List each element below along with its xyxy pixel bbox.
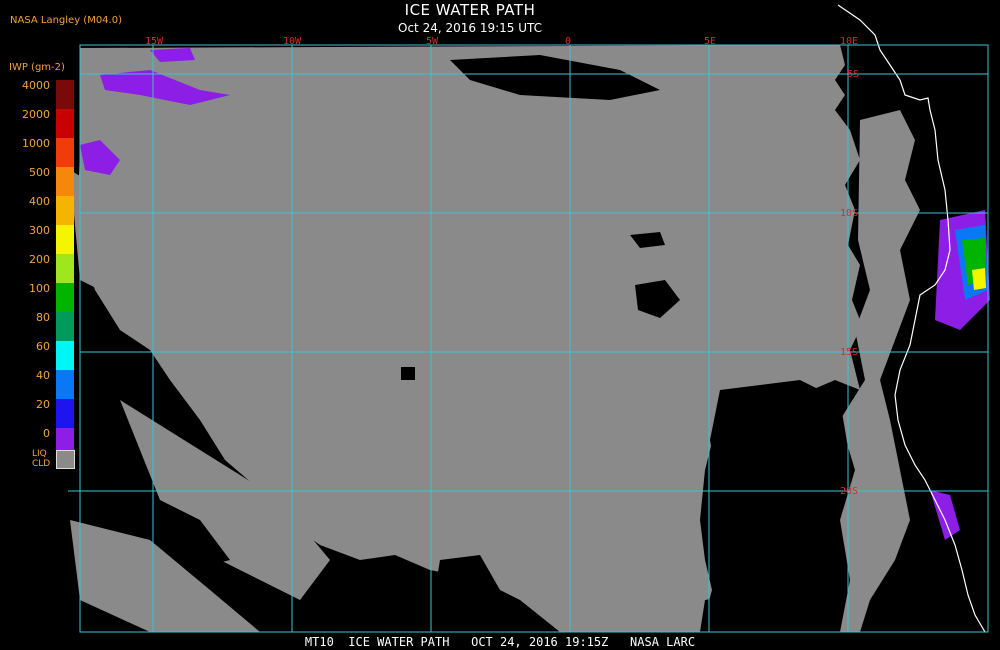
liquid-cloud-swatch [56, 450, 75, 469]
liquid-cloud-label-line2: CLD [32, 459, 51, 469]
lon-label-10w: 10W [283, 36, 302, 47]
colorbar-tick-label: 400 [29, 195, 50, 208]
lon-label-10e: 10E [840, 36, 858, 47]
clear-gap-small [401, 367, 415, 380]
liquid-cloud-label: LIQ CLD [32, 449, 50, 469]
colorbar-tick-label: 0 [43, 427, 50, 440]
colorbar-tick-label: 60 [36, 340, 50, 353]
lat-label-20s: 20S [840, 486, 858, 497]
colorbar-tick-label: 4000 [22, 79, 50, 92]
lon-label-5e: 5E [704, 36, 716, 47]
colorbar-swatch [56, 138, 74, 167]
colorbar-swatch [56, 167, 74, 196]
colorbar-tick-label: 300 [29, 224, 50, 237]
lon-label-15w: 15W [145, 36, 164, 47]
lat-label-15s: 15S [840, 347, 858, 358]
liquid-cloud-label-line1: LIQ [32, 449, 47, 459]
colorbar-tick-label: 100 [29, 282, 50, 295]
colorbar-swatch [56, 341, 74, 370]
colorbar-swatch [56, 254, 74, 283]
colorbar-tick-label: 1000 [22, 137, 50, 150]
colorbar-swatch [56, 312, 74, 341]
lon-label-0: 0 [565, 36, 571, 47]
colorbar-tick-label: 20 [36, 398, 50, 411]
lat-label-10s: 10S [840, 208, 858, 219]
colorbar-tick-label: 2000 [22, 108, 50, 121]
lat-label-5s: 5S [847, 69, 859, 80]
colorbar-swatch [56, 109, 74, 138]
colorbar-tick-label: 500 [29, 166, 50, 179]
colorbar-swatch [56, 225, 74, 254]
map-subtitle: Oct 24, 2016 19:15 UTC [398, 21, 542, 35]
satellite-map: 15W 10W 5W 0 5E 10E 5S 10S 15S 20S [0, 0, 1000, 650]
colorbar-labels: 4000 2000 1000 500 400 300 200 100 80 60 40 20 0 [0, 0, 55, 440]
colorbar-swatch [56, 283, 74, 312]
colorbar-swatch [56, 370, 74, 399]
footer-caption: MT10 ICE WATER PATH OCT 24, 2016 19:15Z … [304, 635, 696, 649]
colorbar-swatch [56, 80, 74, 109]
iwp-patch-east-yellow [972, 268, 986, 290]
lon-label-5w: 5W [426, 36, 439, 47]
colorbar-swatch [56, 399, 74, 428]
colorbar-tick-label: 200 [29, 253, 50, 266]
map-title: ICE WATER PATH [404, 1, 536, 19]
colorbar-tick-label: 80 [36, 311, 50, 324]
colorbar [56, 80, 74, 457]
colorbar-swatch [56, 196, 74, 225]
colorbar-tick-label: 40 [36, 369, 50, 382]
